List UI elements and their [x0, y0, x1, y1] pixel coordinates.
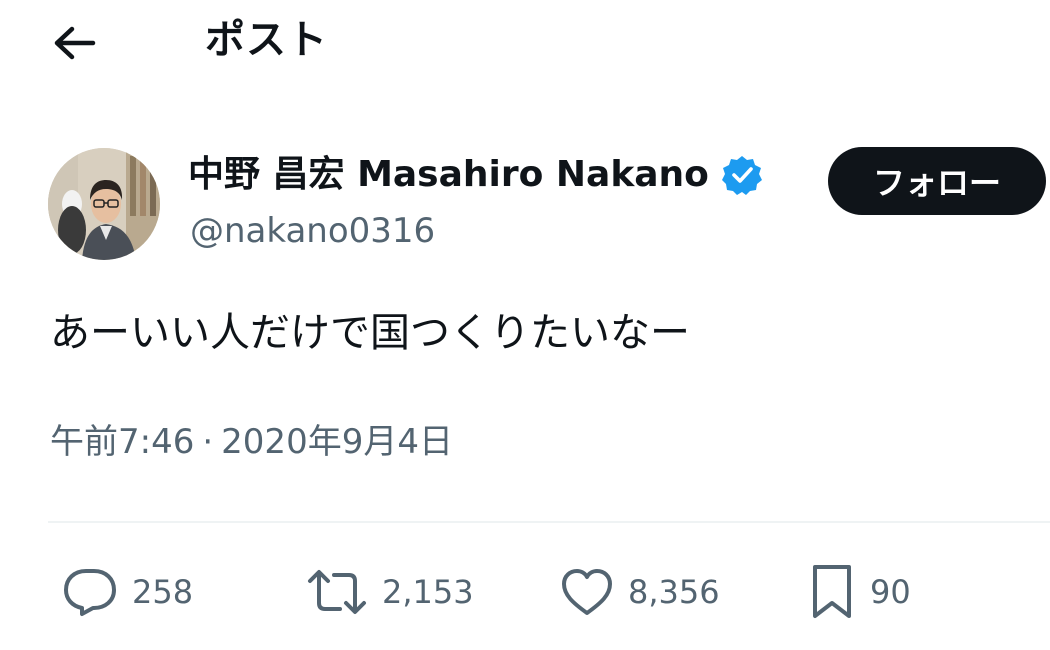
- author-name[interactable]: 中野 昌宏 Masahiro Nakano: [188, 151, 709, 199]
- author-handle[interactable]: @nakano0316: [190, 208, 435, 254]
- avatar[interactable]: [48, 148, 160, 260]
- timestamp-separator: ·: [202, 422, 214, 462]
- bookmark-icon: [813, 565, 851, 618]
- like-button[interactable]: 8,356: [560, 562, 720, 622]
- avatar-photo: [48, 148, 160, 260]
- bookmark-button[interactable]: 90: [808, 562, 911, 622]
- verified-badge-icon: [721, 156, 762, 195]
- post-timestamp[interactable]: 午前7:46 · 2020年9月4日: [50, 418, 453, 466]
- author-name-row[interactable]: 中野 昌宏 Masahiro Nakano: [188, 150, 763, 200]
- reply-icon: [64, 569, 116, 616]
- header: ポスト: [0, 0, 1050, 90]
- post-date: 2020年9月4日: [221, 422, 453, 462]
- divider: [48, 521, 1050, 523]
- like-count: 8,356: [628, 573, 720, 611]
- post-time: 午前7:46: [50, 422, 195, 462]
- post-text: あーいい人だけで国つくりたいなー: [50, 310, 690, 356]
- page-title: ポスト: [205, 17, 328, 63]
- reply-count: 258: [132, 573, 194, 611]
- repost-count: 2,153: [382, 573, 474, 611]
- arrow-left-icon: [54, 26, 96, 60]
- bookmark-count: 90: [870, 573, 911, 611]
- post-detail-page: ポスト 中野 昌宏 Masahiro Nakano @nakano0316 フォ…: [0, 0, 1050, 650]
- repost-icon: [308, 570, 366, 614]
- reply-button[interactable]: 258: [62, 562, 193, 622]
- back-button[interactable]: [46, 18, 102, 68]
- heart-icon: [562, 569, 612, 615]
- repost-button[interactable]: 2,153: [306, 562, 474, 622]
- follow-button[interactable]: フォロー: [828, 147, 1046, 215]
